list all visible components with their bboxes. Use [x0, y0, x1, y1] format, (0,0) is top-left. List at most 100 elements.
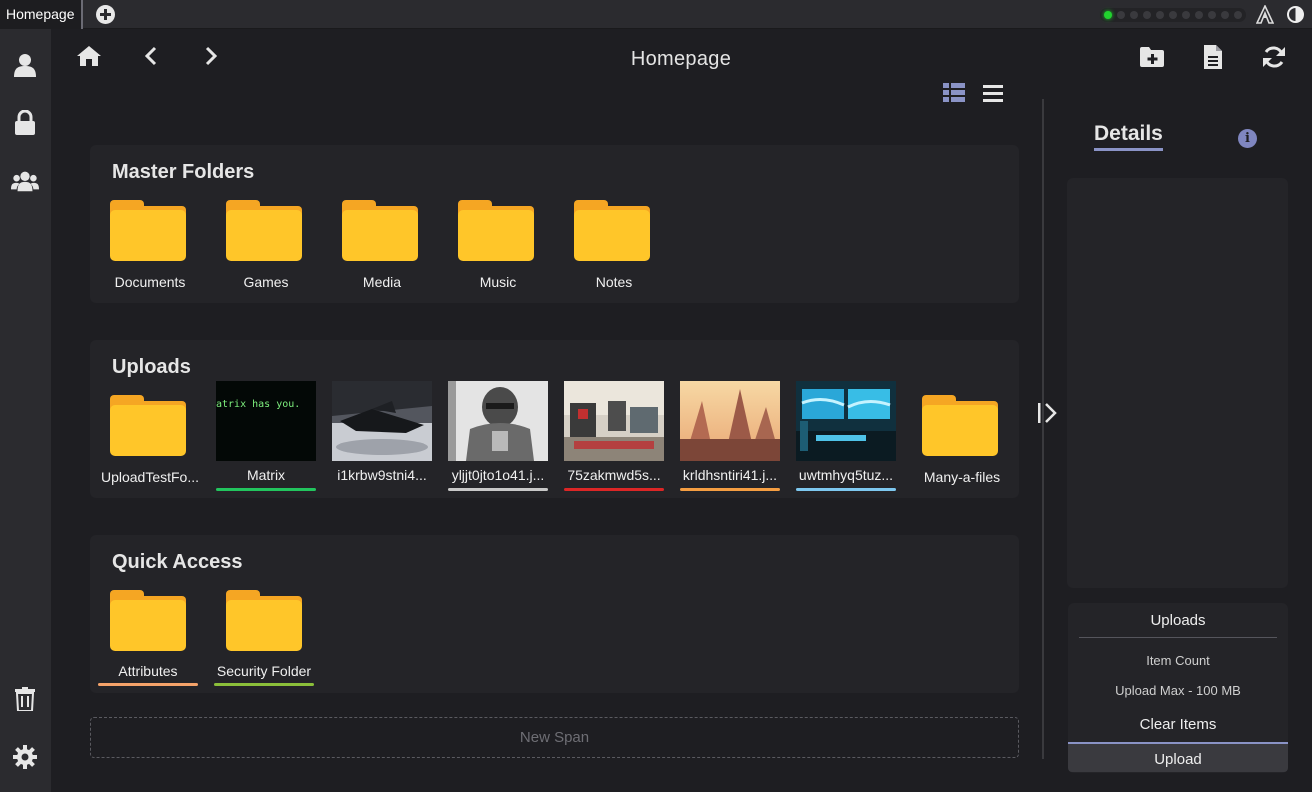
- status-led: [1156, 11, 1164, 19]
- folder-icon: [110, 200, 186, 261]
- image-thumbnail: [680, 381, 780, 461]
- upload-image-item[interactable]: krldhsntiri41.j...: [680, 381, 780, 491]
- folder-icon: [110, 395, 186, 456]
- theme-toggle-icon[interactable]: [1287, 6, 1304, 23]
- folder-icon: [110, 590, 186, 651]
- quick-access-item[interactable]: Attributes: [98, 590, 198, 688]
- image-thumbnail: atrix has you.: [216, 381, 316, 461]
- folder-icon: [922, 395, 998, 456]
- folder-icon: [574, 200, 650, 261]
- folder-label: Music: [479, 274, 517, 290]
- status-led: [1169, 11, 1177, 19]
- status-led: [1208, 11, 1216, 19]
- tag-underline: [216, 488, 316, 491]
- folder-label: Games: [243, 274, 289, 290]
- folder-icon: [342, 200, 418, 261]
- tag-underline: [214, 683, 314, 686]
- clear-items-button[interactable]: Clear Items: [1068, 713, 1288, 741]
- image-thumbnail: [332, 381, 432, 461]
- status-led: [1234, 11, 1242, 19]
- upload-image-item[interactable]: atrix has you. Matrix: [216, 381, 316, 491]
- folder-item[interactable]: Games: [216, 200, 316, 295]
- folder-icon: [458, 200, 534, 261]
- status-led: [1221, 11, 1229, 19]
- page-title: Homepage: [630, 48, 732, 70]
- details-title[interactable]: Details: [1094, 122, 1163, 151]
- tag-underline: [796, 488, 896, 491]
- collapse-panel-icon[interactable]: [1036, 400, 1060, 426]
- sidebar: [0, 29, 51, 792]
- info-icon[interactable]: i: [1238, 129, 1257, 148]
- refresh-icon[interactable]: [1261, 44, 1287, 70]
- list-view-icon[interactable]: [982, 82, 1004, 104]
- chevron-right-icon[interactable]: [202, 44, 220, 68]
- details-body: [1067, 178, 1288, 588]
- user-icon[interactable]: [11, 51, 39, 79]
- status-led: [1117, 11, 1125, 19]
- upload-label: yljjt0jto1o41.j...: [451, 467, 545, 483]
- upload-folder-item[interactable]: Many-a-files: [912, 381, 1012, 491]
- users-icon[interactable]: [11, 167, 39, 195]
- item-count: Item Count: [1146, 653, 1210, 668]
- tag-underline: [448, 488, 548, 491]
- upload-label: UploadTestFo...: [100, 469, 200, 485]
- folder-icon: [226, 590, 302, 651]
- new-folder-icon[interactable]: [1139, 45, 1165, 69]
- upload-panel-title: Uploads: [1079, 612, 1277, 638]
- quick-access-label: Attributes: [118, 663, 178, 679]
- status-led: [1130, 11, 1138, 19]
- master-folders-section: Master Folders Documents Games Media Music N…: [90, 145, 1019, 303]
- section-title: Quick Access: [112, 551, 243, 573]
- folder-label: Documents: [114, 274, 186, 290]
- upload-label: i1krbw9stni4...: [337, 467, 427, 483]
- new-file-icon[interactable]: [1202, 44, 1224, 70]
- upload-folder-item[interactable]: UploadTestFo...: [100, 381, 200, 491]
- status-led: [1182, 11, 1190, 19]
- folder-icon: [226, 200, 302, 261]
- panel-divider[interactable]: [1042, 99, 1044, 759]
- upload-button[interactable]: Upload: [1068, 742, 1288, 772]
- tag-underline: [98, 683, 198, 686]
- upload-image-item[interactable]: i1krbw9stni4...: [332, 381, 432, 491]
- upload-image-item[interactable]: yljjt0jto1o41.j...: [448, 381, 548, 491]
- status-led: [1104, 11, 1112, 19]
- folder-item[interactable]: Notes: [564, 200, 664, 295]
- folder-label: Media: [362, 274, 402, 290]
- upload-max: Upload Max - 100 MB: [1115, 683, 1241, 698]
- upload-label: Many-a-files: [923, 469, 1001, 485]
- quick-access-item[interactable]: Security Folder: [214, 590, 314, 688]
- image-thumbnail: [448, 381, 548, 461]
- folder-label: Notes: [595, 274, 633, 290]
- app-logo-icon: [1256, 5, 1274, 24]
- tab-bar: Homepage: [0, 0, 1312, 29]
- folder-item[interactable]: Documents: [100, 200, 200, 295]
- upload-label: 75zakmwd5s...: [567, 467, 661, 483]
- grid-view-icon[interactable]: [942, 82, 966, 104]
- upload-image-item[interactable]: uwtmhyq5tuz...: [796, 381, 896, 491]
- status-led: [1143, 11, 1151, 19]
- add-tab-icon[interactable]: [96, 5, 115, 24]
- home-icon[interactable]: [76, 44, 102, 68]
- section-title: Uploads: [112, 356, 191, 378]
- chevron-left-icon[interactable]: [142, 44, 160, 68]
- image-thumbnail: [796, 381, 896, 461]
- uploads-section: Uploads UploadTestFo... atrix has you. Mat…: [90, 340, 1019, 498]
- upload-image-item[interactable]: 75zakmwd5s...: [564, 381, 664, 491]
- section-title: Master Folders: [112, 161, 255, 183]
- new-span-button[interactable]: New Span: [90, 717, 1019, 758]
- status-indicators: [1100, 8, 1246, 22]
- folder-item[interactable]: Media: [332, 200, 432, 295]
- lock-icon[interactable]: [11, 109, 39, 137]
- upload-label: krldhsntiri41.j...: [682, 467, 778, 483]
- gear-icon[interactable]: [11, 743, 39, 771]
- image-thumbnail: [564, 381, 664, 461]
- quick-access-section: Quick Access Attributes Security Folder: [90, 535, 1019, 693]
- tag-underline: [564, 488, 664, 491]
- folder-item[interactable]: Music: [448, 200, 548, 295]
- trash-icon[interactable]: [11, 685, 39, 713]
- tag-underline: [680, 488, 780, 491]
- thumb-caption: atrix has you.: [216, 399, 301, 410]
- upload-label: Matrix: [246, 467, 286, 483]
- tab-homepage[interactable]: Homepage: [0, 0, 83, 29]
- status-led: [1195, 11, 1203, 19]
